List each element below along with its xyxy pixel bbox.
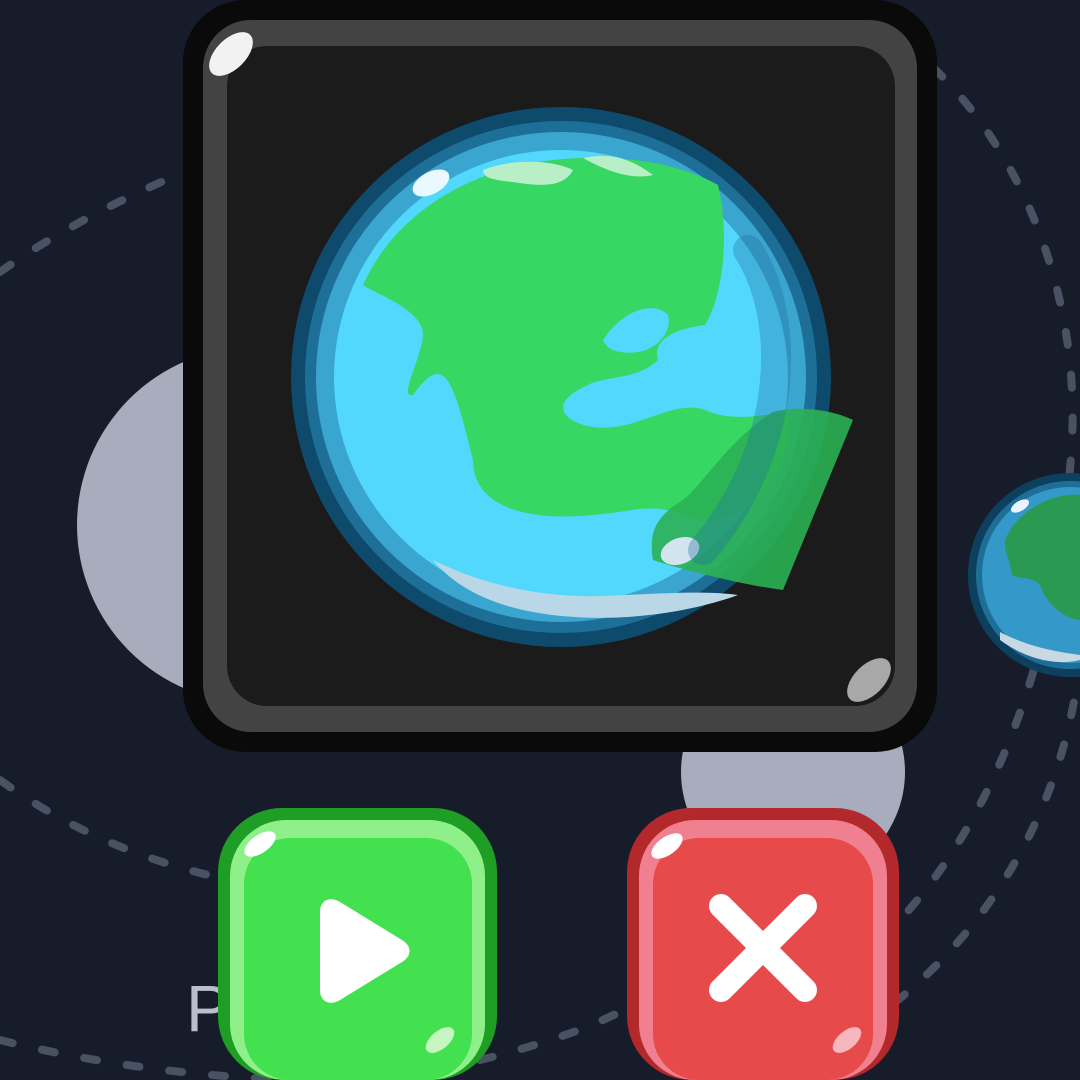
selected-planet-card[interactable] [183, 0, 937, 752]
game-scene: P [0, 0, 1080, 1080]
close-button[interactable] [627, 808, 899, 1080]
play-button[interactable] [218, 808, 497, 1080]
